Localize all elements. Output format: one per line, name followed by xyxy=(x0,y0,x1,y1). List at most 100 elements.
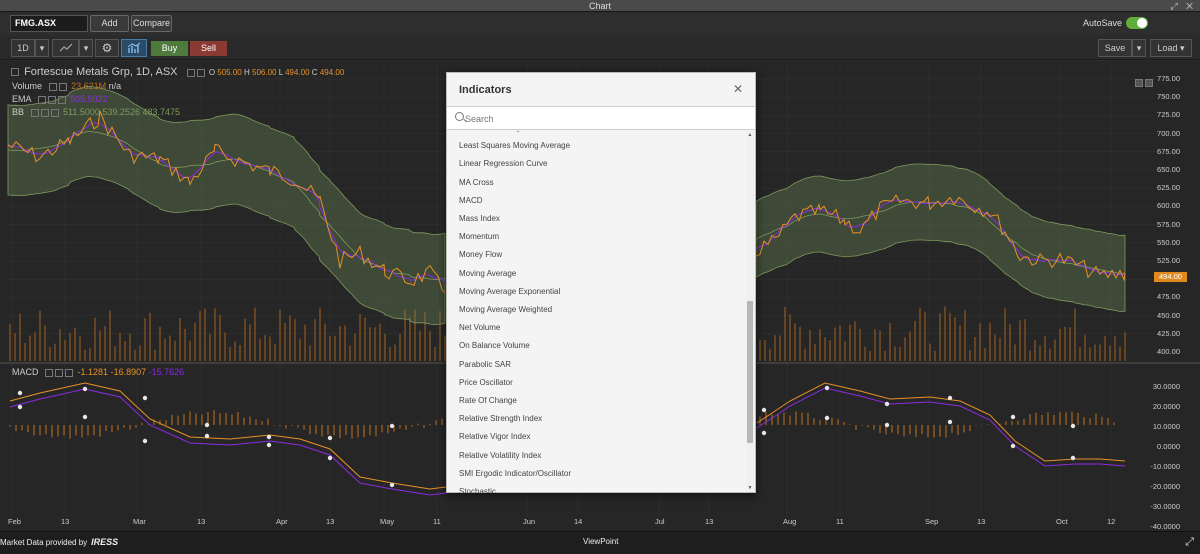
sell-button[interactable]: Sell xyxy=(190,41,227,56)
compare-button[interactable]: Compare xyxy=(131,15,172,32)
indicator-item[interactable]: Know Sure Thing xyxy=(459,131,520,132)
interval-dropdown[interactable]: ▾ xyxy=(35,39,49,57)
scroll-down-arrow[interactable]: ▼ xyxy=(747,485,753,491)
time-tick: 13 xyxy=(977,517,986,526)
indicator-item[interactable]: Parabolic SAR xyxy=(459,360,511,369)
indicator-item[interactable]: Mass Index xyxy=(459,214,500,223)
indicator-item[interactable]: MA Cross xyxy=(459,178,494,187)
time-tick: Sep xyxy=(925,517,939,526)
indicator-item[interactable]: Relative Vigor Index xyxy=(459,432,530,441)
volume-na: n/a xyxy=(108,81,122,91)
indicators-modal: Indicators ✕ Know Sure Thing Least Square… xyxy=(446,72,756,493)
time-tick: Mar xyxy=(133,517,146,526)
indicator-item[interactable]: Relative Volatility Index xyxy=(459,451,541,460)
macd-label: MACD xyxy=(12,367,39,377)
macd-tick: 30.0000 xyxy=(1152,382,1180,391)
price-tick: 625.00 xyxy=(1157,183,1180,193)
time-tick: Jul xyxy=(655,517,665,526)
price-tick: 750.00 xyxy=(1157,92,1180,102)
ema-close-icon[interactable] xyxy=(57,95,66,104)
price-tick: 675.00 xyxy=(1157,146,1180,156)
window-titlebar: Chart ⤢ ✕ xyxy=(0,0,1200,12)
price-tick: 425.00 xyxy=(1157,328,1180,338)
scroll-thumb[interactable] xyxy=(747,301,753,443)
indicators-button[interactable] xyxy=(121,39,147,57)
macd-value-1: -1.1281 xyxy=(77,367,109,377)
ema-settings-icon[interactable] xyxy=(47,95,56,104)
window-title: Chart xyxy=(588,1,611,11)
search-icon xyxy=(455,112,464,121)
settings-button[interactable]: ⚙ xyxy=(95,39,119,57)
indicator-item[interactable]: Moving Average Exponential xyxy=(459,287,560,296)
indicator-item[interactable]: Stochastic xyxy=(459,487,496,493)
time-tick: 11 xyxy=(433,517,441,526)
indicator-item[interactable]: Least Squares Moving Average xyxy=(459,141,570,150)
macd-tick: -30.0000 xyxy=(1150,502,1180,511)
chart-title: Fortescue Metals Grp, 1D, ASX xyxy=(24,66,178,78)
indicator-item[interactable]: Net Volume xyxy=(459,323,500,332)
window-controls[interactable]: ⤢ ✕ xyxy=(1170,0,1196,12)
ema-visibility-icon[interactable] xyxy=(37,95,46,104)
indicator-item[interactable]: Money Flow xyxy=(459,250,502,259)
macd-tick: 20.0000 xyxy=(1152,402,1180,411)
list-scrollbar[interactable]: ▲ ▼ xyxy=(746,131,754,492)
save-dropdown[interactable]: ▾ xyxy=(1132,39,1146,57)
high-value: 506.00 xyxy=(252,68,277,77)
chart-type-button[interactable] xyxy=(52,39,79,57)
indicators-icon xyxy=(127,42,141,53)
close-value: 494.00 xyxy=(319,68,345,77)
settings-icon[interactable] xyxy=(186,68,195,77)
chart-toolbar: 1D ▾ ▾ ⚙ Buy Sell Save ▾ Load ▾ xyxy=(0,36,1200,60)
search-input[interactable] xyxy=(465,111,735,127)
chart-type-dropdown[interactable]: ▾ xyxy=(79,39,93,57)
save-button[interactable]: Save xyxy=(1098,39,1132,57)
indicator-item[interactable]: On Balance Volume xyxy=(459,341,530,350)
load-button[interactable]: Load ▾ xyxy=(1150,39,1192,57)
price-tick: 650.00 xyxy=(1157,165,1180,174)
symbol-input[interactable]: FMG.ASX xyxy=(10,15,88,32)
gear-icon: ⚙ xyxy=(101,41,113,55)
chart-legend: Fortescue Metals Grp, 1D, ASX O 505.00 H… xyxy=(11,66,344,78)
indicator-item[interactable]: Rate Of Change xyxy=(459,396,517,405)
ema-legend: EMA 505.5022 xyxy=(12,94,108,104)
add-button[interactable]: Add xyxy=(90,15,129,32)
provider-credit: Market Data provided by IRESS xyxy=(0,537,118,547)
indicator-item[interactable]: Moving Average Weighted xyxy=(459,305,552,314)
time-tick: May xyxy=(380,517,395,526)
price-tick: 600.00 xyxy=(1157,201,1180,211)
indicator-item[interactable]: Price Oscillator xyxy=(459,378,513,387)
bb-close-icon[interactable] xyxy=(50,108,59,117)
volume-close-icon[interactable] xyxy=(58,82,67,91)
time-tick: 13 xyxy=(61,517,70,526)
autosave-toggle[interactable] xyxy=(1126,17,1148,29)
collapse-icon[interactable] xyxy=(11,68,19,77)
indicator-item[interactable]: Relative Strength Index xyxy=(459,414,542,423)
bb-visibility-icon[interactable] xyxy=(30,108,39,117)
open-value: 505.00 xyxy=(217,68,242,77)
macd-settings-icon[interactable] xyxy=(55,368,64,377)
time-tick: 14 xyxy=(574,517,583,526)
macd-tick: -10.0000 xyxy=(1150,462,1180,471)
close-icon[interactable]: ✕ xyxy=(733,82,743,96)
indicator-item[interactable]: MACD xyxy=(459,196,483,205)
indicator-item[interactable]: Linear Regression Curve xyxy=(459,159,548,168)
time-tick: Apr xyxy=(276,517,288,526)
volume-settings-icon[interactable] xyxy=(48,82,57,91)
fullscreen-icon[interactable]: ⤢ xyxy=(1185,536,1194,549)
indicator-item[interactable]: Moving Average xyxy=(459,269,516,278)
close-icon[interactable] xyxy=(196,68,205,77)
macd-visibility-icon[interactable] xyxy=(45,368,54,377)
price-tick: 450.00 xyxy=(1157,310,1180,320)
interval-button[interactable]: 1D xyxy=(11,39,35,57)
indicator-item[interactable]: SMI Ergodic Indicator/Oscillator xyxy=(459,469,571,478)
time-tick: 13 xyxy=(705,517,714,526)
toggle-knob xyxy=(1137,18,1147,28)
scroll-up-arrow[interactable]: ▲ xyxy=(747,132,753,138)
macd-close-icon[interactable] xyxy=(65,368,74,377)
buy-button[interactable]: Buy xyxy=(151,41,188,56)
macd-tick: 10.0000 xyxy=(1152,422,1180,431)
bb-settings-icon[interactable] xyxy=(40,108,49,117)
price-tick: 775.00 xyxy=(1157,74,1180,83)
macd-tick: -40.0000 xyxy=(1150,522,1180,531)
indicator-item[interactable]: Momentum xyxy=(459,232,499,241)
